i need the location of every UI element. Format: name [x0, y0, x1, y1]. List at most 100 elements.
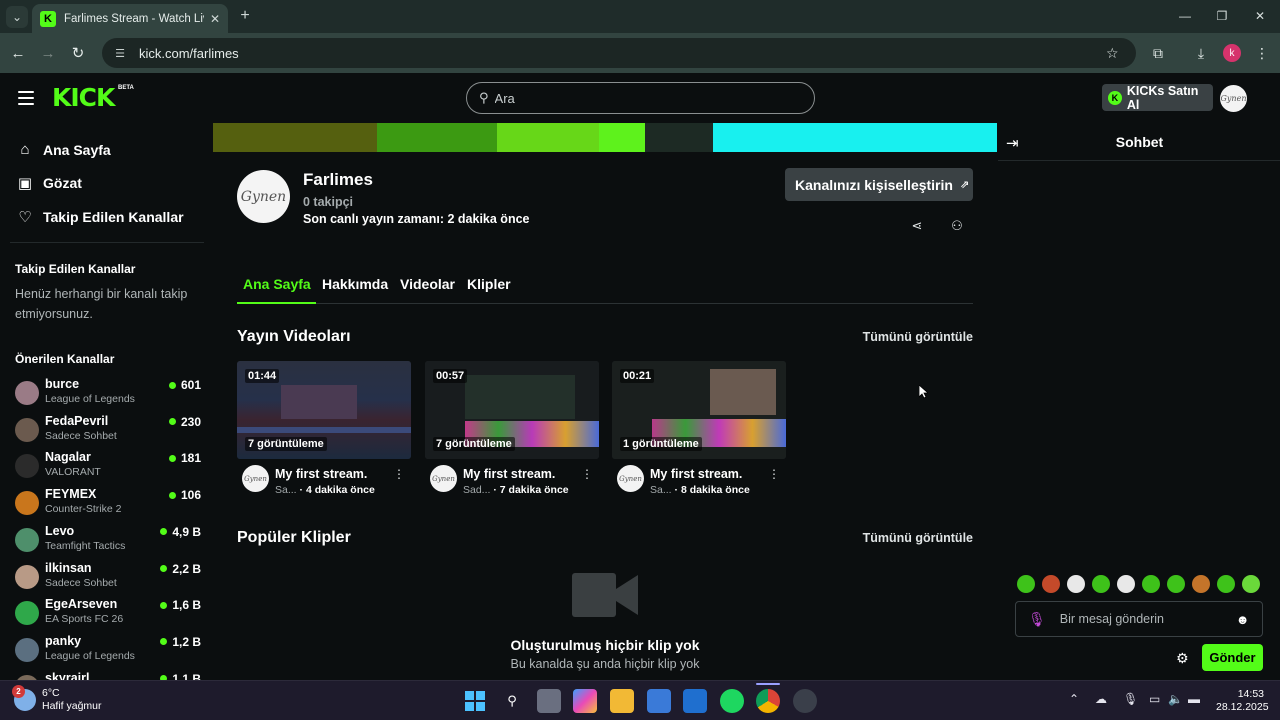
microsoft-store-icon[interactable]	[647, 689, 671, 713]
address-bar[interactable]: ☰ kick.com/farlimes ☆	[102, 38, 1136, 68]
forward-icon[interactable]: →	[38, 43, 58, 63]
recommended-channel[interactable]: ilkinsan Sadece Sohbet 2,2 B	[15, 561, 201, 595]
extensions-icon[interactable]: ⧉	[1148, 43, 1168, 63]
obs-icon[interactable]	[793, 689, 817, 713]
video-thumbnail[interactable]: 01:44 7 görüntüleme	[237, 361, 411, 459]
browser-tab[interactable]: K Farlimes Stream - Watch Live on Kick ✕	[32, 4, 228, 33]
task-view-icon[interactable]	[537, 689, 561, 713]
recommended-channel[interactable]: panky League of Legends 1,2 B	[15, 634, 201, 668]
buy-kicks-button[interactable]: K KICKs Satın Al	[1102, 84, 1213, 112]
video-thumbnail[interactable]: 00:21 1 görüntüleme	[612, 361, 786, 459]
tab-home[interactable]: Ana Sayfa	[243, 276, 311, 304]
downloads-icon[interactable]: ⤓	[1191, 43, 1211, 63]
channel-avatar[interactable]	[15, 601, 39, 626]
chat-settings-gear-icon[interactable]: ⚙	[1176, 650, 1189, 667]
microphone-tray-icon[interactable]: 🎙	[1123, 692, 1138, 706]
video-channel-avatar[interactable]: Gynen	[430, 465, 457, 492]
sidebar-item-following[interactable]: ♡ Takip Edilen Kanallar	[16, 208, 183, 226]
reload-icon[interactable]: ↻	[68, 43, 88, 63]
user-avatar[interactable]: Gynen	[1220, 85, 1247, 112]
profile-avatar[interactable]: k	[1223, 44, 1241, 62]
search-taskbar-icon[interactable]: ⚲	[500, 689, 524, 713]
emote-icon[interactable]	[1117, 575, 1135, 593]
copilot-icon[interactable]	[573, 689, 597, 713]
tray-overflow-icon[interactable]: ⌃	[1069, 692, 1079, 706]
channel-avatar[interactable]	[15, 637, 39, 662]
channel-avatar[interactable]	[15, 417, 39, 442]
emote-icon[interactable]	[1042, 575, 1060, 593]
videos-see-all-link[interactable]: Tümünü görüntüle	[863, 330, 973, 344]
customize-channel-button[interactable]: Kanalınızı kişiselleştirin ⇗	[785, 168, 973, 201]
recommended-channel[interactable]: Levo Teamfight Tactics 4,9 B	[15, 524, 201, 558]
menu-hamburger-icon[interactable]	[18, 91, 34, 105]
video-thumbnail[interactable]: 00:57 7 görüntüleme	[425, 361, 599, 459]
video-channel-avatar[interactable]: Gynen	[242, 465, 269, 492]
emote-icon[interactable]	[1217, 575, 1235, 593]
emote-icon[interactable]	[1242, 575, 1260, 593]
start-windows-icon[interactable]	[463, 689, 487, 713]
video-more-icon[interactable]: ⋮	[768, 467, 780, 481]
outlook-icon[interactable]	[683, 689, 707, 713]
chat-message-input[interactable]	[1059, 612, 1230, 626]
channel-avatar[interactable]	[15, 491, 39, 516]
close-tab-icon[interactable]: ✕	[210, 12, 220, 26]
recommended-channel[interactable]: burce League of Legends 601	[15, 377, 201, 411]
video-more-icon[interactable]: ⋮	[581, 467, 593, 481]
chat-message-box[interactable]: 🎙 ☻	[1015, 601, 1263, 637]
recommended-channel[interactable]: Nagalar VALORANT 181	[15, 450, 201, 484]
channel-avatar[interactable]	[15, 564, 39, 589]
channel-avatar[interactable]	[15, 454, 39, 479]
kick-logo[interactable]: KICK	[52, 85, 115, 111]
search-input[interactable]	[494, 90, 785, 106]
close-window-icon[interactable]: ✕	[1245, 6, 1275, 26]
video-channel-avatar[interactable]: Gynen	[617, 465, 644, 492]
video-title[interactable]: My first stream.	[275, 467, 367, 481]
back-icon[interactable]: ←	[8, 43, 28, 63]
clips-see-all-link[interactable]: Tümünü görüntüle	[863, 531, 973, 545]
video-card[interactable]: 00:21 1 görüntüleme Gynen My first strea…	[612, 361, 786, 501]
chrome-icon[interactable]	[756, 689, 780, 713]
taskbar-clock[interactable]: 14:53 28.12.2025	[1216, 688, 1269, 714]
send-message-button[interactable]: Gönder	[1202, 644, 1263, 671]
tab-search-icon[interactable]: ⌄	[6, 6, 28, 28]
battery-icon[interactable]: ▬	[1188, 692, 1200, 706]
volume-icon[interactable]: 🔈	[1168, 692, 1183, 706]
video-title[interactable]: My first stream.	[463, 467, 555, 481]
microphone-icon[interactable]: 🎙	[1028, 611, 1046, 628]
file-explorer-icon[interactable]	[610, 689, 634, 713]
minimize-icon[interactable]: —	[1170, 6, 1200, 26]
tab-clips[interactable]: Klipler	[467, 276, 511, 304]
spotify-icon[interactable]	[720, 689, 744, 713]
recommended-channel[interactable]: EgeArseven EA Sports FC 26 1,6 B	[15, 597, 201, 631]
emote-icon[interactable]	[1167, 575, 1185, 593]
sidebar-item-browse[interactable]: ▣ Gözat	[16, 174, 82, 192]
emote-icon[interactable]	[1092, 575, 1110, 593]
recommended-channel[interactable]: FEYMEX Counter-Strike 2 106	[15, 487, 201, 521]
emote-icon[interactable]	[1192, 575, 1210, 593]
network-icon[interactable]: ▭	[1149, 692, 1160, 706]
emote-icon[interactable]	[1067, 575, 1085, 593]
bookmark-star-icon[interactable]: ☆	[1106, 45, 1126, 62]
search-box[interactable]: ⚲	[466, 82, 815, 114]
restore-icon[interactable]: ❐	[1207, 6, 1237, 26]
user-add-icon[interactable]: ⚇	[949, 218, 965, 234]
emote-icon[interactable]	[1142, 575, 1160, 593]
tab-about[interactable]: Hakkımda	[322, 276, 388, 304]
new-tab-icon[interactable]: +	[236, 7, 254, 25]
channel-avatar[interactable]: Gynen	[237, 170, 290, 223]
browser-menu-icon[interactable]: ⋮	[1252, 43, 1272, 63]
share-icon[interactable]: ⋖	[909, 218, 925, 234]
site-info-icon[interactable]: ☰	[112, 45, 128, 61]
emoji-icon[interactable]: ☻	[1236, 612, 1250, 627]
channel-avatar[interactable]	[15, 381, 39, 405]
weather-widget[interactable]: 2 6°C Hafif yağmur	[12, 685, 102, 713]
emote-icon[interactable]	[1017, 575, 1035, 593]
recommended-channel[interactable]: FedaPevril Sadece Sohbet 230	[15, 414, 201, 448]
channel-avatar[interactable]	[15, 527, 39, 552]
tab-videos[interactable]: Videolar	[400, 276, 455, 304]
sidebar-item-home[interactable]: ⌂ Ana Sayfa	[16, 141, 110, 158]
video-card[interactable]: 01:44 7 görüntüleme Gynen My first strea…	[237, 361, 411, 501]
recommended-channel[interactable]: skyrairl 1,1 B	[15, 671, 201, 680]
onedrive-icon[interactable]: ☁	[1095, 692, 1107, 706]
url-text[interactable]: kick.com/farlimes	[139, 46, 1106, 61]
